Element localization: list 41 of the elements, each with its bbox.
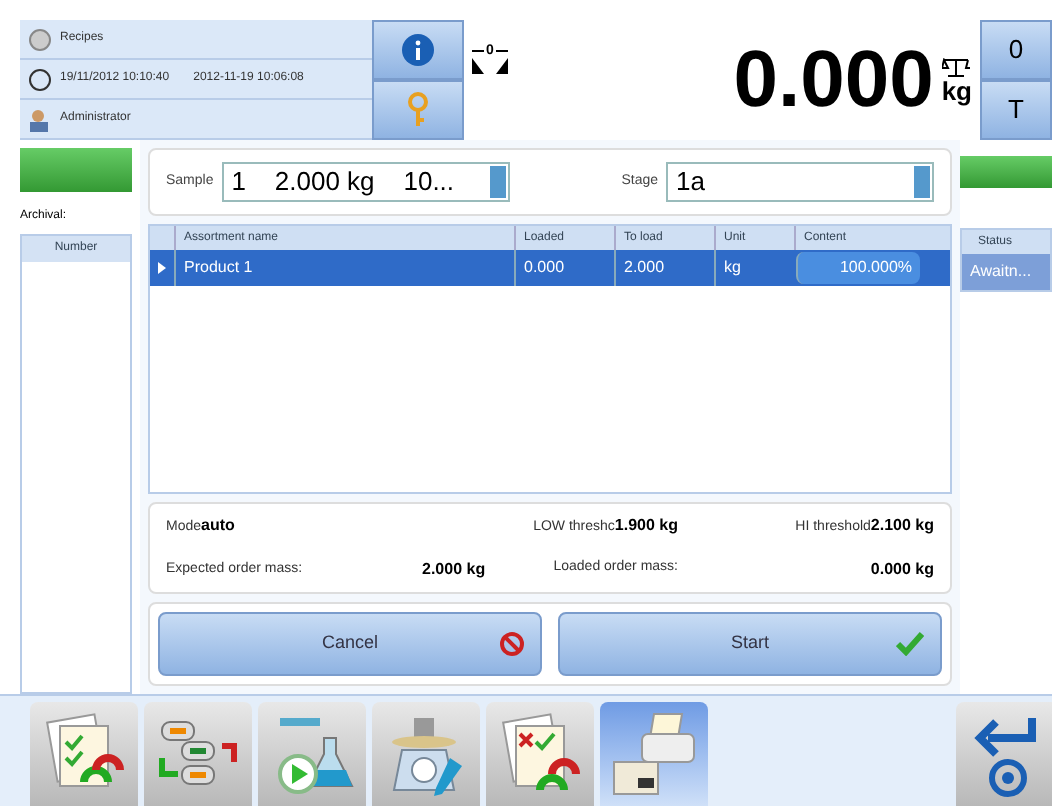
table-cell: Product 1 [174, 250, 514, 286]
toolbar-button[interactable] [486, 702, 594, 806]
key-button[interactable] [372, 80, 464, 140]
scale-icon [942, 57, 971, 77]
expected-mass-value: 2.000 kg [422, 558, 486, 583]
user-icon [28, 107, 52, 131]
status-bar [960, 156, 1052, 188]
toolbar-button[interactable] [144, 702, 252, 806]
table-cell: 0.000 [514, 250, 614, 286]
loaded-mass-value: 0.000 kg [868, 558, 934, 583]
table-cell: kg [714, 250, 794, 286]
printer-icon [610, 710, 698, 798]
clock-icon [28, 67, 52, 91]
sample-dropdown[interactable]: 1 2.000 kg 10... [221, 162, 510, 202]
dropdown-icon [914, 166, 930, 198]
zero-button[interactable]: 0 [980, 20, 1052, 80]
row-pointer-icon [158, 262, 166, 274]
table-cell: Awaitn... [962, 254, 1050, 290]
dropdown-icon [489, 166, 506, 198]
weight-value: 0.000 [733, 40, 934, 120]
toolbar-button[interactable] [372, 702, 480, 806]
table-row[interactable]: Product 1 0.000 2.000 kg 100.000% [150, 250, 950, 286]
tare-button[interactable]: T [980, 80, 1052, 140]
unit-label: kg [941, 77, 972, 103]
cancel-button[interactable]: Cancel [158, 612, 542, 676]
start-button[interactable]: Start [558, 612, 942, 676]
enter-button[interactable] [956, 702, 1052, 806]
toolbar-button[interactable] [258, 702, 366, 806]
stability-icon [472, 58, 508, 74]
table-cell: 100.000% [796, 252, 920, 284]
info-icon [402, 34, 434, 66]
status-bar [20, 148, 132, 192]
key-icon [408, 92, 428, 128]
table-cell: 2.000 [614, 250, 714, 286]
info-button[interactable] [372, 20, 464, 80]
toolbar-button[interactable] [30, 702, 138, 806]
stage-dropdown[interactable]: 1a [666, 162, 934, 202]
toolbar-button[interactable] [600, 702, 708, 806]
cancel-icon [500, 632, 524, 656]
check-icon [896, 632, 924, 656]
disc-icon [28, 27, 52, 51]
